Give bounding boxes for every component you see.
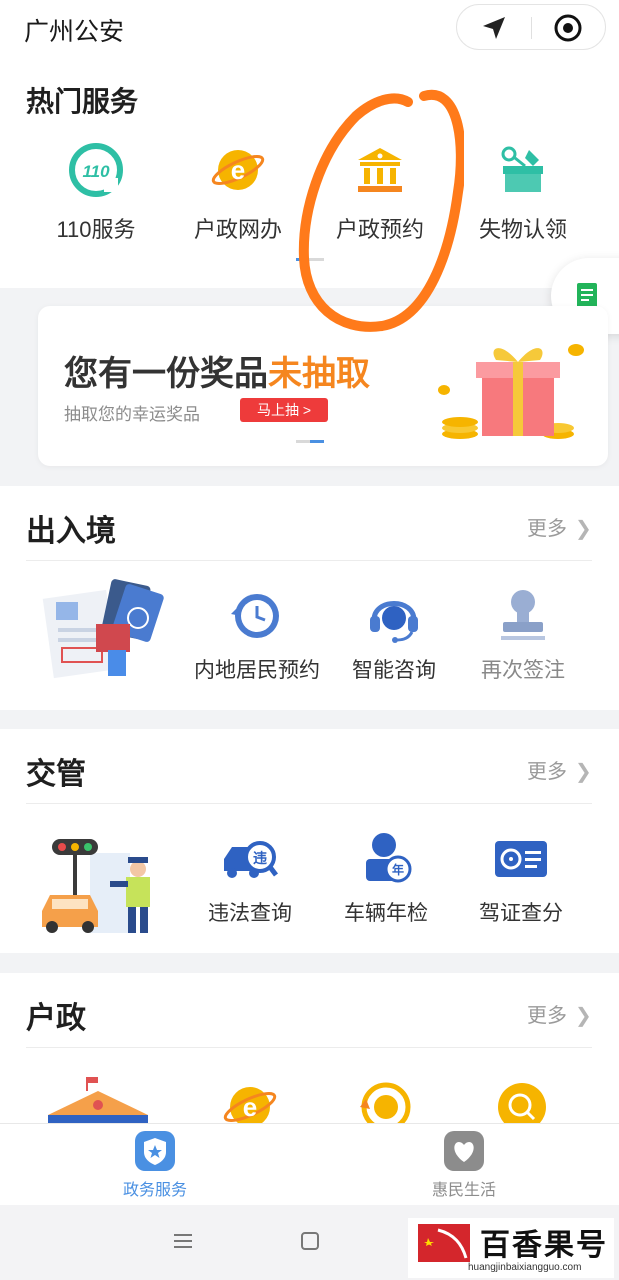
banner-subtitle: 抽取您的幸运奖品 xyxy=(64,405,200,424)
service-vehicle-inspection[interactable]: 年 车辆年检 xyxy=(311,829,461,939)
hot-item-label: 失物认领 xyxy=(478,217,567,242)
svg-text:e: e xyxy=(243,1092,257,1122)
service-violation-query[interactable]: 违 违法查询 xyxy=(175,829,325,939)
hot-item-label: 110服务 xyxy=(56,217,136,242)
traffic-police-illustration xyxy=(42,839,150,933)
service-smart-consult[interactable]: 智能咨询 xyxy=(319,586,469,696)
divider xyxy=(26,560,592,561)
prize-banner[interactable]: 您有一份奖品未抽取 抽取您的幸运奖品 马上抽 > xyxy=(38,306,608,466)
e-planet-icon[interactable]: e xyxy=(222,1079,278,1123)
banner-title-highlight: 未抽取 xyxy=(268,355,370,393)
hot-item-110-service[interactable]: 110 110服务 xyxy=(26,142,166,252)
divider xyxy=(26,803,592,804)
gift-box-icon xyxy=(438,344,584,439)
exit-entry-section: 出入境 更多 ❯ 内地居民预约 智能咨询 再次签注 xyxy=(0,486,619,710)
hot-item-label: 户政预约 xyxy=(335,217,424,242)
divider xyxy=(26,1047,592,1048)
hot-page-indicator xyxy=(296,258,324,261)
tab-government-services[interactable]: 政务服务 xyxy=(85,1130,225,1202)
household-section: 户政 更多 ❯ e xyxy=(0,973,619,1123)
watermark: 百香果号 huangjinbaixiangguo.com xyxy=(408,1218,614,1278)
service-label: 车辆年检 xyxy=(344,902,428,925)
navigation-arrow-icon[interactable] xyxy=(479,13,509,43)
svg-text:e: e xyxy=(231,155,245,185)
tab-public-life[interactable]: 惠民生活 xyxy=(394,1130,534,1202)
mini-program-capsule xyxy=(456,4,606,50)
lost-found-box-icon xyxy=(501,146,543,192)
service-label: 智能咨询 xyxy=(352,659,436,682)
e-planet-icon: e xyxy=(211,150,265,190)
household-more-link[interactable]: 更多 ❯ xyxy=(527,999,592,1028)
banner-page-indicator xyxy=(296,440,324,443)
search-name-icon[interactable] xyxy=(494,1079,550,1123)
shield-star-icon xyxy=(135,1131,175,1171)
service-license-points[interactable]: 驾证查分 xyxy=(446,829,596,939)
chevron-right-icon: ❯ xyxy=(575,761,592,783)
target-circle-icon[interactable] xyxy=(553,13,583,43)
traffic-section: 交管 更多 ❯ 违 违法查询 年 车辆年检 驾证查分 xyxy=(0,729,619,953)
header-bar: 广州公安 xyxy=(0,0,619,62)
hot-services-section: 热门服务 110 110服务 e 户政网办 户政预约 失物认领 xyxy=(0,62,619,288)
exit-entry-title: 出入境 xyxy=(26,515,116,548)
traffic-more-link[interactable]: 更多 ❯ xyxy=(527,755,592,784)
banner-title: 您有一份奖品未抽取 xyxy=(64,355,370,393)
page-title: 广州公安 xyxy=(24,18,125,46)
watermark-text: 百香果号 xyxy=(480,1229,608,1262)
heart-icon xyxy=(444,1131,484,1171)
service-re-endorsement[interactable]: 再次签注 xyxy=(448,586,598,696)
clock-refresh-icon xyxy=(231,594,279,638)
service-label: 内地居民预约 xyxy=(194,659,320,682)
hot-item-household-online[interactable]: e 户政网办 xyxy=(168,142,308,252)
hot-services-title: 热门服务 xyxy=(26,86,139,117)
110-icon: 110 xyxy=(69,143,123,197)
traffic-title: 交管 xyxy=(26,758,86,791)
passport-illustration xyxy=(42,579,164,679)
bottom-tab-bar: 政务服务 惠民生活 xyxy=(0,1123,619,1205)
household-title: 户政 xyxy=(26,1002,86,1035)
home-square-icon[interactable] xyxy=(300,1231,320,1251)
service-label: 再次签注 xyxy=(481,659,565,682)
service-label: 驾证查分 xyxy=(479,902,563,925)
svg-text:110: 110 xyxy=(82,162,110,181)
menu-lines-icon[interactable] xyxy=(173,1233,193,1249)
watermark-logo-icon xyxy=(418,1224,470,1262)
hot-item-lost-found[interactable]: 失物认领 xyxy=(453,142,593,252)
headset-icon xyxy=(370,601,418,643)
annual-inspection-icon: 年 xyxy=(366,833,412,883)
stamp-icon xyxy=(501,590,545,640)
tab-label: 惠民生活 xyxy=(431,1182,496,1199)
chevron-right-icon: ❯ xyxy=(575,518,592,540)
tab-label: 政务服务 xyxy=(122,1182,187,1199)
svg-text:年: 年 xyxy=(392,862,404,877)
car-violation-search-icon: 违 xyxy=(224,841,278,878)
driver-license-icon xyxy=(495,841,547,877)
service-label: 违法查询 xyxy=(208,902,292,925)
svg-text:违: 违 xyxy=(253,850,267,867)
capsule-divider xyxy=(531,17,532,39)
hot-item-label: 户政网办 xyxy=(193,217,282,242)
government-building-illustration xyxy=(48,1077,148,1123)
service-mainland-resident-appointment[interactable]: 内地居民预约 xyxy=(182,586,332,696)
headset-refresh-icon[interactable] xyxy=(358,1079,414,1123)
bank-building-icon xyxy=(358,148,402,192)
hot-item-household-appointment[interactable]: 户政预约 xyxy=(310,142,450,252)
chevron-right-icon: ❯ xyxy=(575,1005,592,1027)
exit-entry-more-link[interactable]: 更多 ❯ xyxy=(527,512,592,541)
draw-now-button[interactable]: 马上抽 > xyxy=(240,398,328,422)
watermark-url: huangjinbaixiangguo.com xyxy=(468,1262,582,1273)
